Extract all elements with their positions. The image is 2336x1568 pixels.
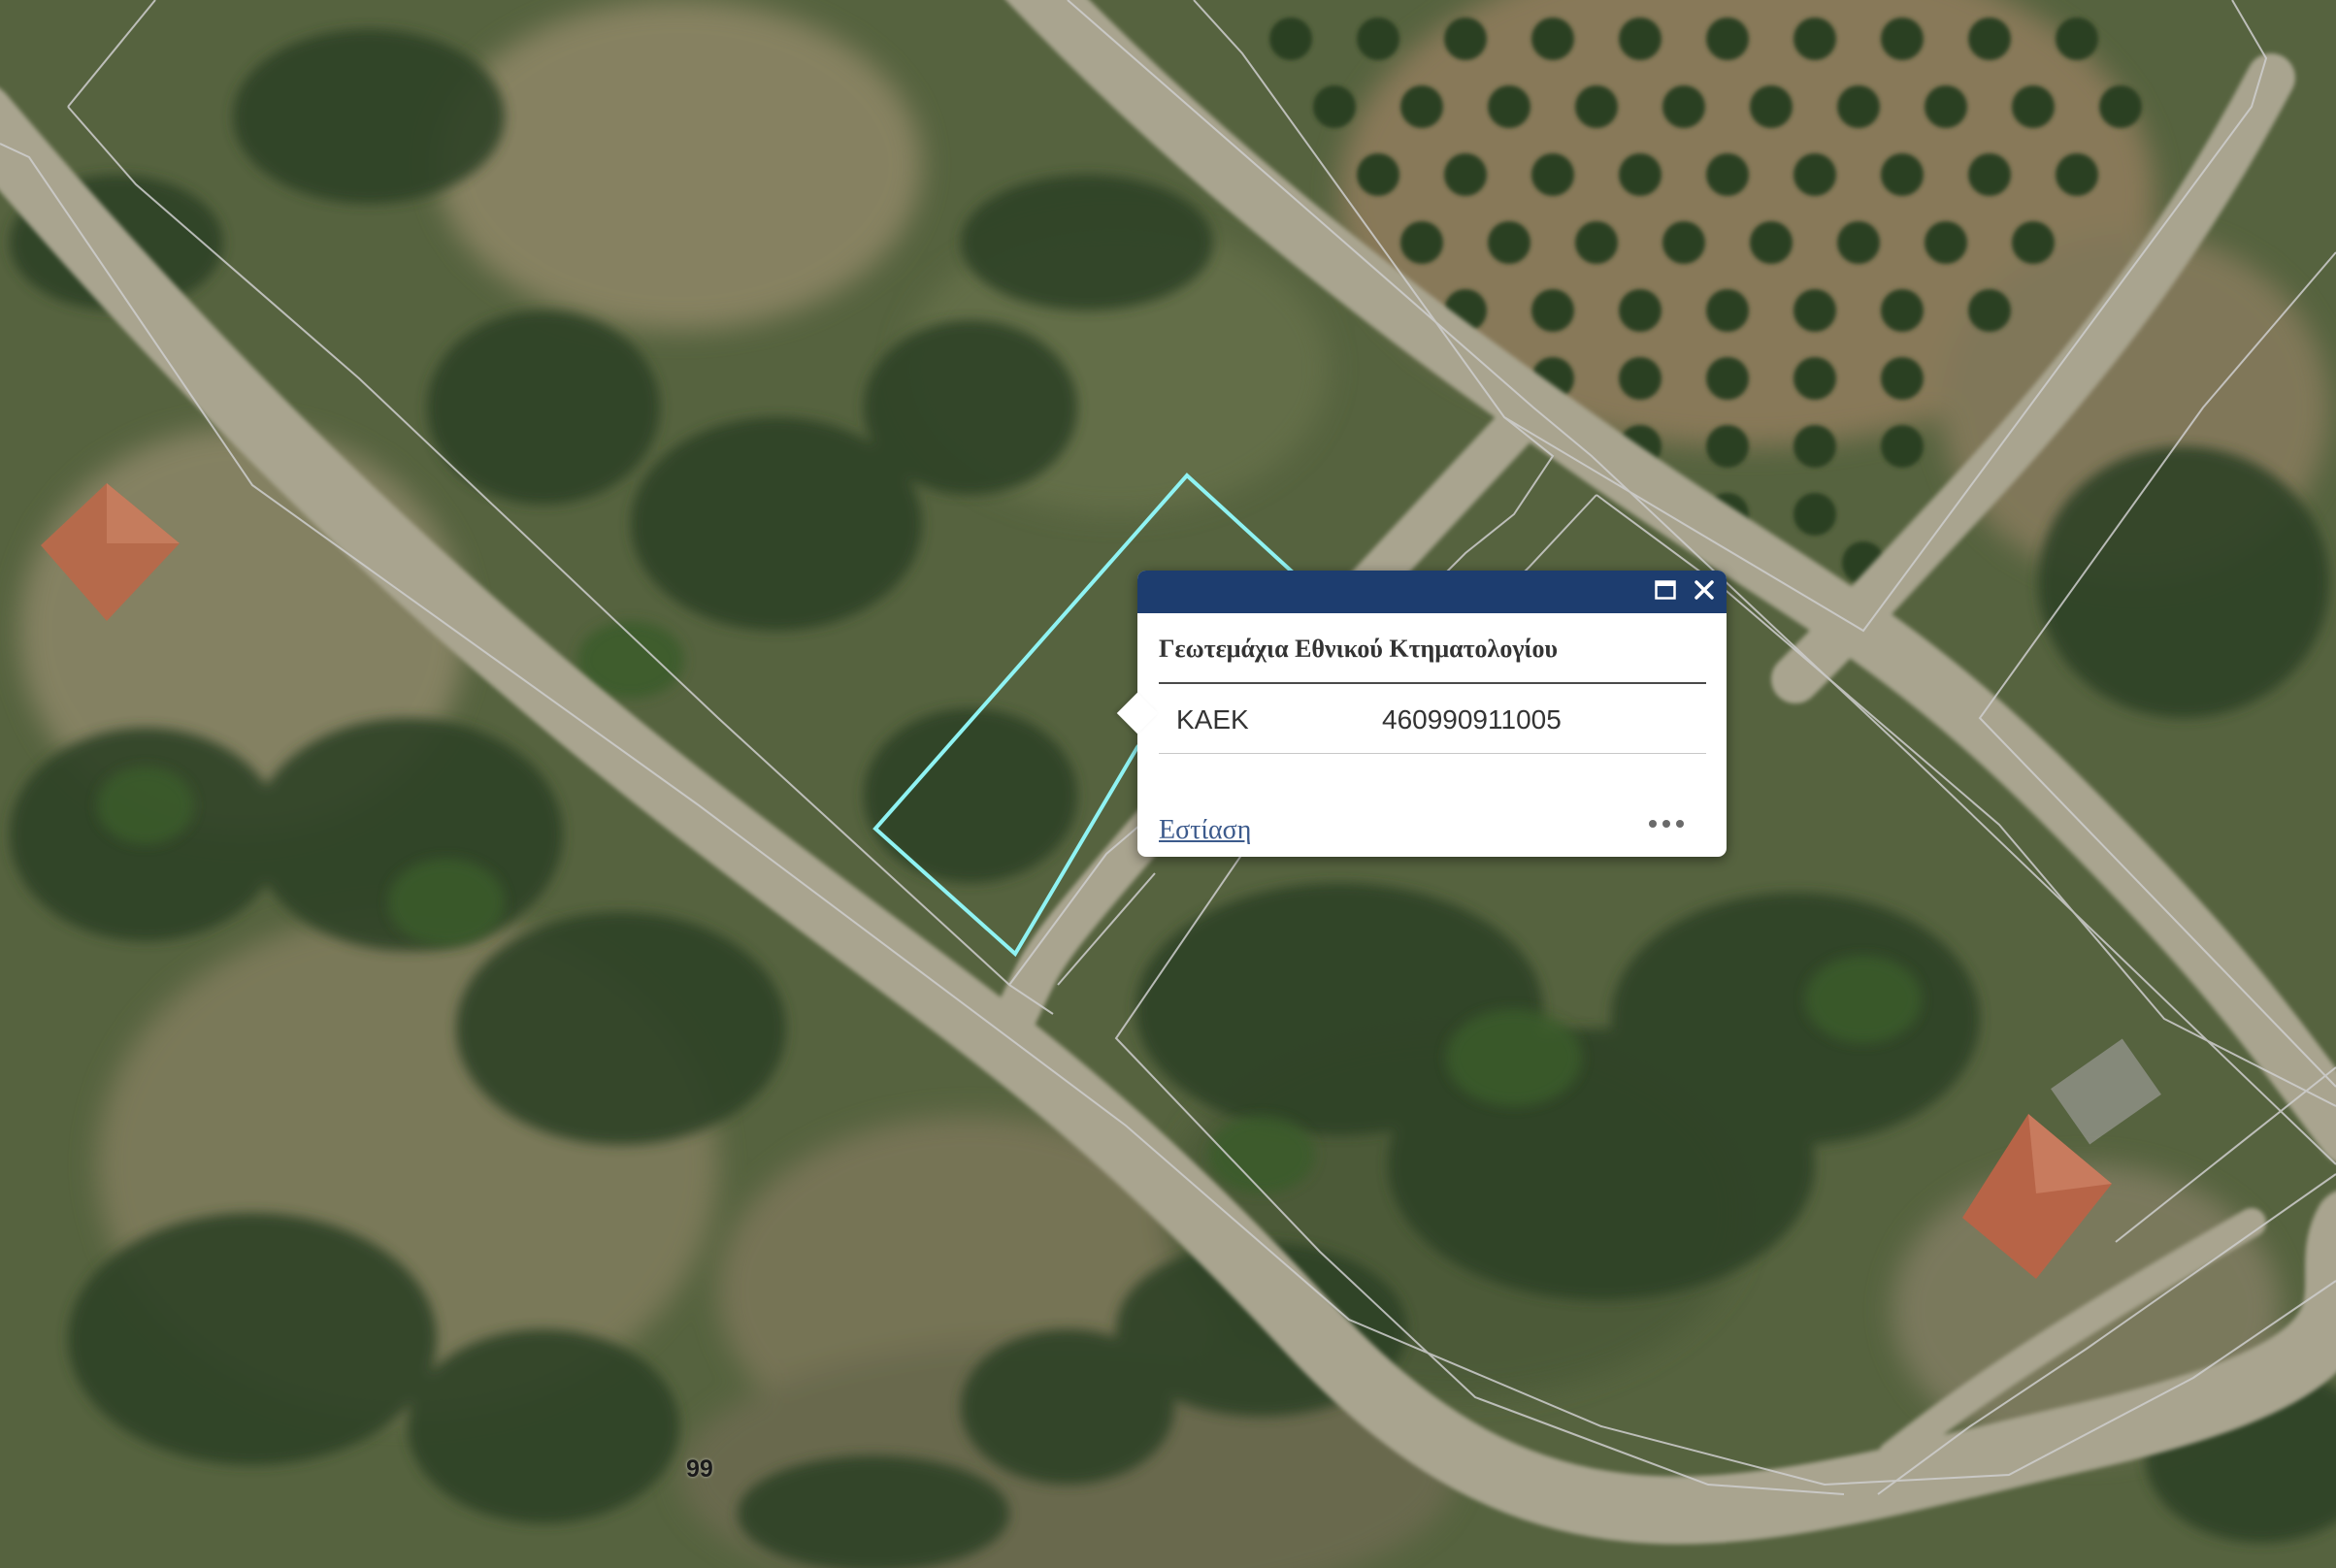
more-options-button[interactable] xyxy=(1642,811,1691,838)
attribute-key: ΚΑΕΚ xyxy=(1176,704,1249,735)
parcel-number-label: 99 xyxy=(686,1455,713,1483)
close-button[interactable] xyxy=(1691,578,1718,605)
popup-header xyxy=(1137,571,1727,613)
popup-title: Γεωτεμάχια Εθνικού Κτηματολογίου xyxy=(1159,635,1559,663)
feature-info-popup: Γεωτεμάχια Εθνικού Κτηματολογίου ΚΑΕΚ 46… xyxy=(1116,571,1727,857)
maximize-button[interactable] xyxy=(1652,578,1679,605)
more-options-icon xyxy=(1647,816,1686,833)
close-icon xyxy=(1694,579,1715,605)
title-divider xyxy=(1159,682,1706,684)
zoom-to-link[interactable]: Εστίαση xyxy=(1159,815,1251,846)
attribute-row: ΚΑΕΚ 460990911005 xyxy=(1159,685,1706,754)
attribute-value: 460990911005 xyxy=(1382,704,1562,735)
maximize-icon xyxy=(1655,579,1676,604)
